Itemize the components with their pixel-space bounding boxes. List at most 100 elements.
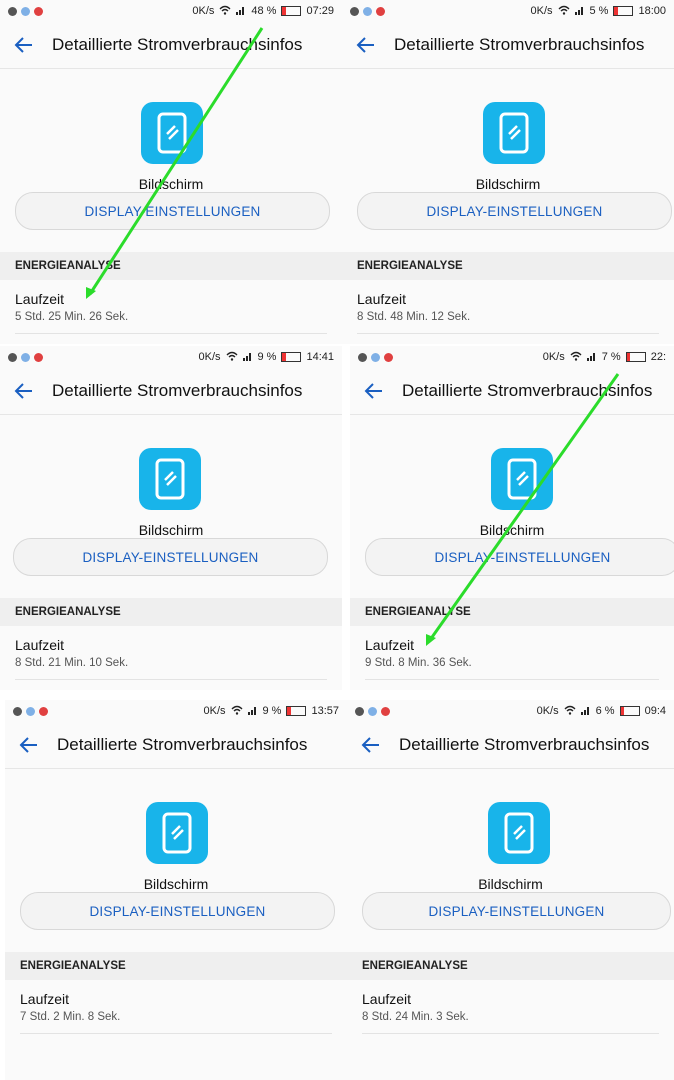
runtime-value: 8 Std. 21 Min. 10 Sek. xyxy=(15,657,129,669)
wifi-icon xyxy=(564,705,576,718)
back-arrow-icon[interactable] xyxy=(14,381,34,401)
app-name: Bildschirm xyxy=(475,176,541,192)
vodafone-icon xyxy=(39,706,48,716)
app-name: Bildschirm xyxy=(478,876,543,892)
runtime-label: Laufzeit xyxy=(362,991,412,1007)
runtime-value: 7 Std. 2 Min. 8 Sek. xyxy=(20,1011,121,1023)
signal-icon xyxy=(580,705,591,718)
clock: 07:29 xyxy=(306,5,334,17)
page-title: Detaillierte Stromverbrauchsinfos xyxy=(57,735,308,754)
phone-screenshot-panel: 0K/s 7 % 22: Detaillierte Stromverbrauch… xyxy=(350,346,674,690)
notification-icon xyxy=(13,706,22,716)
wifi-icon xyxy=(226,351,238,364)
app-name: Bildschirm xyxy=(479,522,545,538)
runtime-label: Laufzeit xyxy=(15,291,65,307)
divider xyxy=(15,333,327,334)
status-bar: 0K/s 6 % 09:4 xyxy=(347,700,674,722)
divider xyxy=(365,679,659,680)
runtime-label: Laufzeit xyxy=(20,991,70,1007)
app-name: Bildschirm xyxy=(138,522,204,538)
wifi-icon xyxy=(570,351,582,364)
back-arrow-icon[interactable] xyxy=(14,35,34,55)
divider xyxy=(15,679,327,680)
phone-screen-icon xyxy=(141,102,203,164)
signal-icon xyxy=(236,5,246,18)
phone-screenshot-panel: 0K/s 5 % 18:00 Detaillierte Stromverbrau… xyxy=(342,0,674,344)
phone-screen-icon xyxy=(146,802,208,864)
notification-icon xyxy=(8,352,17,362)
app-notification-icon xyxy=(21,352,30,362)
battery-icon xyxy=(625,352,646,362)
signal-icon xyxy=(247,705,258,718)
phone-screenshot-panel: 0K/s 6 % 09:4 Detaillierte Stromverbrauc… xyxy=(347,700,674,1080)
vodafone-icon xyxy=(34,352,43,362)
toolbar: Detaillierte Stromverbrauchsinfos xyxy=(347,722,674,769)
runtime-value: 5 Std. 25 Min. 26 Sek. xyxy=(15,311,129,323)
runtime-value: 8 Std. 48 Min. 12 Sek. xyxy=(357,311,471,323)
battery-percent: 9 % xyxy=(257,351,277,363)
wifi-icon xyxy=(231,705,243,718)
back-arrow-icon[interactable] xyxy=(19,735,39,755)
runtime-value: 9 Std. 8 Min. 36 Sek. xyxy=(365,657,472,669)
section-header: ENERGIEANALYSE xyxy=(0,598,342,626)
toolbar: Detaillierte Stromverbrauchsinfos xyxy=(0,22,342,69)
clock: 13:57 xyxy=(311,705,339,717)
network-speed: 0K/s xyxy=(192,5,215,17)
app-notification-icon xyxy=(368,706,377,716)
display-settings-button[interactable]: DISPLAY-EINSTELLUNGEN xyxy=(13,538,328,576)
page-title: Detaillierte Stromverbrauchsinfos xyxy=(394,35,645,54)
app-notification-icon xyxy=(371,352,380,362)
runtime-value: 8 Std. 24 Min. 3 Sek. xyxy=(362,1011,469,1023)
section-header: ENERGIEANALYSE xyxy=(350,598,674,626)
clock: 14:41 xyxy=(306,351,334,363)
display-settings-button[interactable]: DISPLAY-EINSTELLUNGEN xyxy=(365,538,674,576)
vodafone-icon xyxy=(34,6,43,16)
status-bar: 0K/s 9 % 13:57 xyxy=(5,700,347,722)
back-arrow-icon[interactable] xyxy=(364,381,384,401)
wifi-icon xyxy=(219,5,231,18)
vodafone-icon xyxy=(381,706,390,716)
back-arrow-icon[interactable] xyxy=(361,735,381,755)
battery-percent: 48 % xyxy=(251,5,277,17)
network-speed: 0K/s xyxy=(530,5,553,17)
vodafone-icon xyxy=(376,6,385,16)
display-settings-button[interactable]: DISPLAY-EINSTELLUNGEN xyxy=(357,192,672,230)
runtime-label: Laufzeit xyxy=(15,637,65,653)
section-header: ENERGIEANALYSE xyxy=(347,952,674,980)
battery-icon xyxy=(613,6,634,16)
page-title: Detaillierte Stromverbrauchsinfos xyxy=(399,735,650,754)
phone-screen-icon xyxy=(139,448,201,510)
app-notification-icon xyxy=(21,6,30,16)
app-name: Bildschirm xyxy=(138,176,204,192)
display-settings-button[interactable]: DISPLAY-EINSTELLUNGEN xyxy=(15,192,330,230)
runtime-label: Laufzeit xyxy=(365,637,415,653)
status-bar: 0K/s 48 % 07:29 xyxy=(0,0,342,22)
section-header: ENERGIEANALYSE xyxy=(0,252,342,280)
toolbar: Detaillierte Stromverbrauchsinfos xyxy=(350,368,674,415)
display-settings-button[interactable]: DISPLAY-EINSTELLUNGEN xyxy=(20,892,335,930)
section-header: ENERGIEANALYSE xyxy=(5,952,347,980)
divider xyxy=(357,333,659,334)
back-arrow-icon[interactable] xyxy=(356,35,376,55)
battery-percent: 6 % xyxy=(595,705,615,717)
phone-screenshot-panel: 0K/s 9 % 14:41 Detaillierte Stromverbrau… xyxy=(0,346,342,690)
network-speed: 0K/s xyxy=(203,705,226,717)
network-speed: 0K/s xyxy=(536,705,559,717)
toolbar: Detaillierte Stromverbrauchsinfos xyxy=(342,22,674,69)
app-notification-icon xyxy=(26,706,35,716)
battery-icon xyxy=(619,706,640,716)
battery-percent: 7 % xyxy=(601,351,621,363)
display-settings-button[interactable]: DISPLAY-EINSTELLUNGEN xyxy=(362,892,671,930)
notification-icon xyxy=(8,6,17,16)
divider xyxy=(362,1033,659,1034)
phone-screenshot-panel: 0K/s 48 % 07:29 Detaillierte Stromverbra… xyxy=(0,0,342,344)
app-notification-icon xyxy=(363,6,372,16)
notification-icon xyxy=(355,706,364,716)
clock: 22: xyxy=(650,351,666,363)
clock: 09:4 xyxy=(644,705,666,717)
battery-percent: 9 % xyxy=(262,705,282,717)
page-title: Detaillierte Stromverbrauchsinfos xyxy=(52,35,303,54)
battery-percent: 5 % xyxy=(589,5,609,17)
toolbar: Detaillierte Stromverbrauchsinfos xyxy=(0,368,342,415)
runtime-label: Laufzeit xyxy=(357,291,407,307)
